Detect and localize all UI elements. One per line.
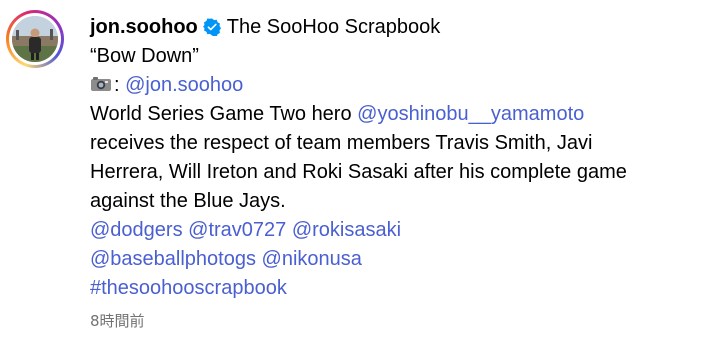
credit-separator: : [114,74,120,96]
caption-line: receives the respect of team members Tra… [90,132,593,154]
mention-link[interactable]: @baseballphotogs [90,248,256,270]
hashtag-link[interactable]: #thesoohooscrapbook [90,277,287,299]
caption-line: against the Blue Jays. [90,190,286,212]
caption-text: World Series Game Two hero [90,103,358,125]
mention-link[interactable]: @yoshinobu__yamamoto [357,103,584,125]
caption-body: jon.soohoo The SooHoo Scrapbook “Bow Dow… [90,12,710,303]
hashtag-row: #thesoohooscrapbook [90,274,710,303]
account-title: The SooHoo Scrapbook [226,16,441,38]
avatar[interactable] [12,16,58,62]
avatar-frame [9,13,61,65]
mention-link[interactable]: @dodgers [90,219,183,241]
caption-line: Herrera, Will Ireton and Roki Sasaki aft… [90,161,627,183]
mention-link-credit[interactable]: @jon.soohoo [125,74,243,96]
avatar-photo-icon [12,16,58,62]
mentions-row: @dodgers @trav0727 @rokisasaki [90,216,710,245]
photo-credit-line: : @jon.soohoo [90,71,710,100]
username-link[interactable]: jon.soohoo [90,14,198,40]
caption-line: World Series Game Two hero @yoshinobu__y… [90,100,710,129]
mention-link[interactable]: @trav0727 [188,219,286,241]
post-timestamp[interactable]: 8時間前 [90,310,145,331]
caption-quote-title: “Bow Down” [90,45,199,67]
camera-icon [90,76,112,92]
mentions-row: @baseballphotogs @nikonusa [90,245,710,274]
mention-link[interactable]: @nikonusa [262,248,362,270]
avatar-story-ring[interactable] [6,10,64,68]
mention-link[interactable]: @rokisasaki [292,219,401,241]
verified-badge-icon [202,18,221,36]
caption-header: jon.soohoo The SooHoo Scrapbook [90,12,710,42]
instagram-post-caption: jon.soohoo The SooHoo Scrapbook “Bow Dow… [0,0,723,343]
